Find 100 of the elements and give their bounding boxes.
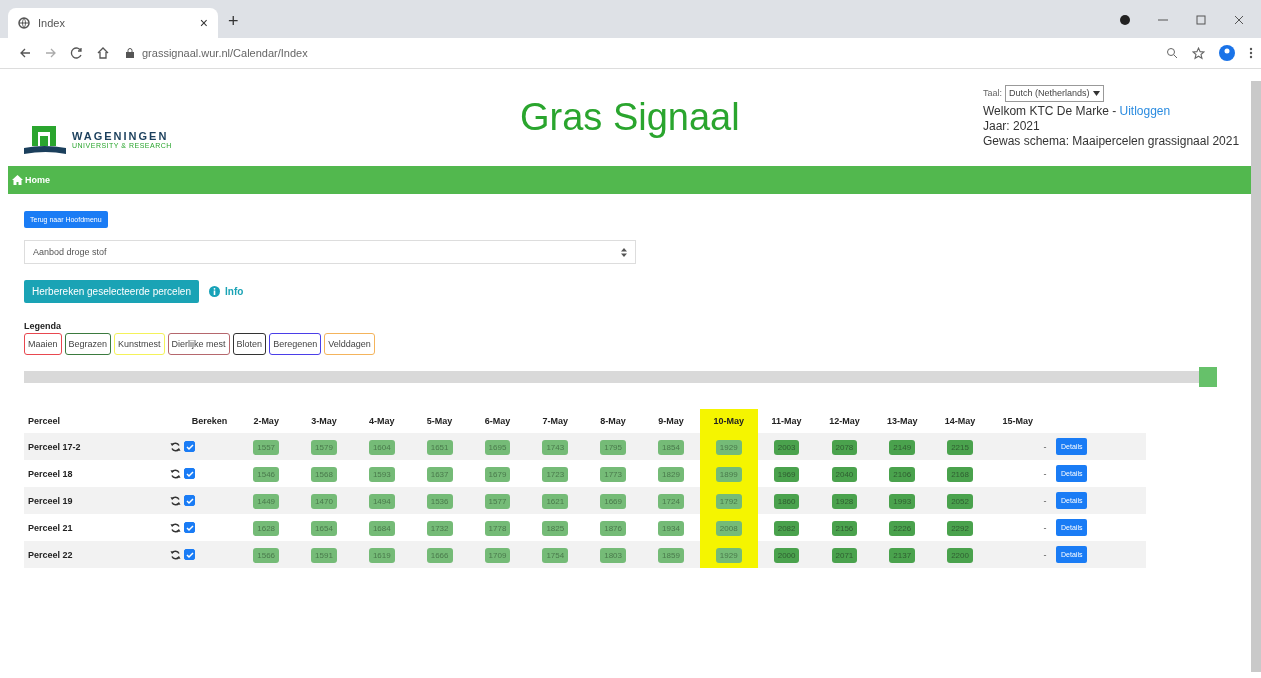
value-badge: 1829 (658, 466, 684, 482)
avatar-icon[interactable] (1219, 45, 1235, 61)
empty-value: - (1042, 441, 1047, 452)
address-bar[interactable]: grassignaal.wur.nl/Calendar/Index (122, 47, 1154, 59)
welcome-text: Welkom KTC De Marke - (983, 104, 1118, 118)
recalc-button[interactable]: Herbereken geselecteerde percelen (24, 280, 199, 303)
dropdown-select[interactable]: Aanbod droge stof (24, 240, 636, 264)
refresh-icon[interactable] (170, 495, 182, 506)
info-link[interactable]: Info (209, 286, 244, 297)
checkbox[interactable] (184, 495, 196, 506)
site-title: Gras Signaal (519, 96, 741, 139)
slider-thumb[interactable] (1199, 367, 1217, 387)
column-header: 11-May (757, 409, 816, 433)
menu-icon[interactable] (1249, 47, 1253, 59)
value-badge: 1546 (253, 466, 280, 482)
globe-icon (18, 17, 30, 29)
legend-tag: Dierlijke mest (167, 333, 230, 355)
reload-icon[interactable] (70, 46, 84, 60)
column-header: 10-May (699, 409, 758, 433)
refresh-icon[interactable] (170, 522, 182, 533)
value-badge: 1579 (311, 439, 337, 455)
home-icon[interactable] (96, 46, 110, 60)
row-name: Perceel 22 (24, 541, 159, 568)
row-name: Perceel 18 (24, 460, 159, 487)
column-header: 6-May (468, 409, 527, 433)
value-badge: 2200 (947, 547, 973, 563)
row-name: Perceel 17-2 (24, 433, 159, 460)
value-badge: 2215 (947, 439, 973, 455)
value-badge: 1773 (600, 466, 626, 482)
year-text: Jaar: 2021 (983, 119, 1041, 134)
column-header: Bereken (158, 409, 238, 433)
zoom-icon[interactable] (1166, 47, 1178, 59)
value-badge: 1591 (311, 547, 337, 563)
close-icon[interactable] (1233, 14, 1245, 26)
legend-tag: Velddagen (324, 333, 375, 355)
column-header: 14-May (931, 409, 989, 433)
profile-icon[interactable] (1119, 14, 1131, 26)
back-icon[interactable] (18, 46, 32, 60)
checkbox[interactable] (184, 441, 196, 452)
caret-icon (1092, 91, 1100, 96)
value-badge: 1724 (658, 493, 684, 509)
row-name: Perceel 21 (24, 514, 159, 541)
refresh-icon[interactable] (170, 441, 182, 452)
column-header: 2-May (237, 409, 296, 433)
legend-tag: Begrazen (64, 333, 112, 355)
column-header: 5-May (410, 409, 469, 433)
legend-tag: Maaien (24, 333, 62, 355)
value-badge: 1568 (311, 466, 337, 482)
column-header: 15-May (989, 409, 1047, 433)
home-link[interactable]: Home (12, 175, 50, 185)
checkbox[interactable] (184, 522, 196, 533)
value-badge: 1637 (426, 466, 453, 482)
refresh-icon[interactable] (170, 468, 182, 479)
empty-value: - (1042, 549, 1047, 560)
home-icon (12, 175, 23, 185)
checkbox[interactable] (184, 468, 196, 479)
column-header: 4-May (352, 409, 411, 433)
value-badge: 1854 (658, 439, 684, 455)
value-badge: 1928 (831, 493, 858, 509)
scrollbar[interactable] (1251, 81, 1261, 672)
checkbox[interactable] (184, 549, 196, 560)
close-tab-button[interactable]: × (199, 15, 208, 31)
value-badge: 1669 (600, 493, 626, 509)
row-name: Perceel 19 (24, 487, 159, 514)
value-badge: 2149 (889, 439, 916, 455)
browser-tab[interactable]: Index × (8, 8, 218, 38)
slider-track[interactable] (24, 371, 1199, 383)
schema-text: Gewas schema: Maaipercelen grassignaal 2021 (983, 134, 1241, 149)
language-select[interactable]: Dutch (Netherlands) (1005, 85, 1104, 102)
value-badge: 2052 (947, 493, 973, 509)
maximize-icon[interactable] (1195, 14, 1207, 26)
legend-title: Legenda (24, 321, 62, 331)
column-header: 13-May (873, 409, 932, 433)
value-badge: 1470 (311, 493, 337, 509)
value-badge: 1795 (600, 439, 626, 455)
language-label: Taal: (983, 87, 1002, 100)
updown-icon (621, 247, 627, 257)
star-icon[interactable] (1192, 46, 1205, 60)
value-badge: 1993 (889, 493, 916, 509)
column-header: 12-May (815, 409, 874, 433)
legend-tag: Beregenen (269, 333, 322, 355)
column-header: 8-May (584, 409, 642, 433)
value-badge: 1754 (542, 547, 569, 563)
new-tab-button[interactable]: + (228, 11, 239, 32)
value-badge: 1604 (368, 439, 395, 455)
logout-link[interactable]: Uitloggen (1119, 104, 1171, 118)
value-badge: 2156 (831, 520, 858, 536)
column-header: 3-May (295, 409, 353, 433)
value-badge: 2071 (831, 547, 858, 563)
value-badge: 2078 (831, 439, 858, 455)
logo-icon (24, 123, 66, 156)
refresh-icon[interactable] (170, 549, 182, 560)
value-badge: 1651 (426, 439, 453, 455)
empty-value: - (1042, 468, 1047, 479)
value-badge: 1557 (253, 439, 280, 455)
lock-icon (126, 48, 134, 58)
value-badge: 1743 (542, 439, 569, 455)
value-badge: 1577 (484, 493, 511, 509)
value-badge: 1859 (658, 547, 684, 563)
forward-icon[interactable] (44, 46, 58, 60)
